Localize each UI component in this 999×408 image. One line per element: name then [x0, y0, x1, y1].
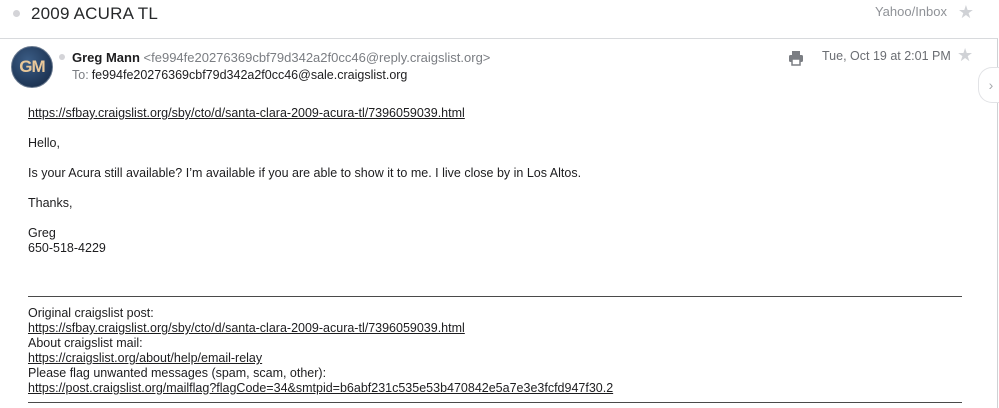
signature-name: Greg: [28, 226, 56, 240]
message-paragraph: Is your Acura still available? I’m avail…: [28, 166, 582, 180]
recipient-email[interactable]: fe994fe20276369cbf79d342a2f0cc46@sale.cr…: [92, 68, 408, 82]
listing-link[interactable]: https://sfbay.craigslist.org/sby/cto/d/s…: [28, 106, 465, 120]
message-date: Tue, Oct 19 at 2:01 PM: [822, 49, 951, 63]
divider: [28, 296, 962, 297]
chevron-right-icon[interactable]: ›: [978, 67, 999, 103]
sender-email[interactable]: <fe994fe20276369cbf79d342a2f0cc46@reply.…: [144, 50, 491, 65]
original-post-link[interactable]: https://sfbay.craigslist.org/sby/cto/d/s…: [28, 321, 465, 335]
email-subject: 2009 ACURA TL: [31, 4, 159, 23]
star-icon[interactable]: ★: [957, 46, 973, 64]
folder-breadcrumb[interactable]: Yahoo/Inbox: [875, 4, 947, 19]
subject-bar: 2009 ACURA TL Yahoo/Inbox ★: [0, 0, 999, 38]
divider: [28, 402, 962, 403]
message-card: GM Greg Mann <fe994fe20276369cbf79d342a2…: [0, 38, 999, 408]
to-line: To: fe994fe20276369cbf79d342a2f0cc46@sale…: [72, 68, 407, 82]
flag-link[interactable]: https://post.craigslist.org/mailflag?fla…: [28, 381, 613, 395]
unread-dot-icon[interactable]: [59, 54, 65, 60]
signature-phone: 650-518-4229: [28, 241, 106, 255]
printer-icon[interactable]: [787, 49, 805, 67]
signoff-text: Thanks,: [28, 196, 73, 210]
to-label: To:: [72, 68, 89, 82]
original-post-label: Original craigslist post:: [28, 306, 154, 320]
about-mail-link[interactable]: https://craigslist.org/about/help/email-…: [28, 351, 262, 365]
from-line: Greg Mann <fe994fe20276369cbf79d342a2f0c…: [72, 50, 490, 65]
greeting-text: Hello,: [28, 136, 60, 150]
flag-label: Please flag unwanted messages (spam, sca…: [28, 366, 327, 380]
star-icon[interactable]: ★: [958, 3, 974, 21]
avatar[interactable]: GM: [11, 46, 53, 88]
unread-dot-icon[interactable]: [13, 10, 20, 17]
sender-name[interactable]: Greg Mann: [72, 50, 140, 65]
about-mail-label: About craigslist mail:: [28, 336, 143, 350]
